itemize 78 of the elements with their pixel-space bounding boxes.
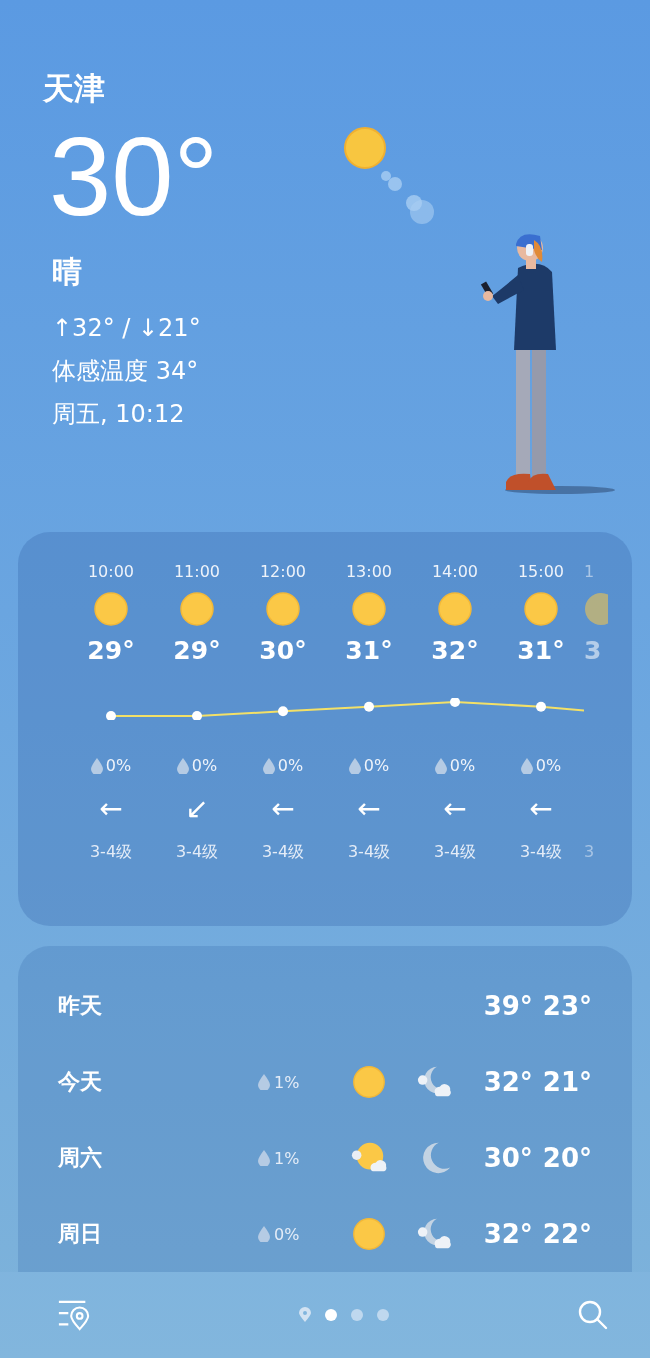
- high-low-temperature: ↑32° / ↓21°: [52, 313, 202, 344]
- hour-temperature: 29°: [173, 635, 221, 667]
- sun-icon: [180, 591, 214, 626]
- location-list-icon[interactable]: [57, 1298, 91, 1332]
- high-temperature: 32°: [483, 1219, 533, 1249]
- low-temperature: 22°: [542, 1219, 592, 1249]
- low-temperature: 21°: [542, 1067, 592, 1097]
- wind-level: 3-4级: [433, 841, 477, 863]
- feels-like-temperature: 体感温度 34°: [52, 356, 200, 387]
- wind-level: 3-4级: [347, 841, 391, 863]
- sun-icon: [266, 591, 300, 626]
- raindrop-icon: [90, 757, 103, 774]
- precipitation-chance: 0%: [535, 756, 562, 776]
- raindrop-icon: [262, 757, 275, 774]
- search-icon[interactable]: [576, 1298, 610, 1332]
- hour-temperature: 32°: [431, 635, 479, 667]
- sun-icon: [584, 591, 608, 626]
- hour-temperature: 31°: [517, 635, 565, 667]
- wind-level: 3-4级: [175, 841, 219, 863]
- raindrop-icon: [258, 1150, 270, 1166]
- hour-temperature: 29°: [87, 635, 135, 667]
- wind-direction-arrow: ←: [357, 794, 381, 823]
- hour-time: 13:00: [345, 561, 393, 583]
- precipitation-chance: 0%: [191, 756, 218, 776]
- page-indicator-dot[interactable]: [324, 1309, 337, 1321]
- raindrop-icon: [176, 757, 189, 774]
- hour-time: 10:00: [87, 561, 135, 583]
- wind-level: 3-4级: [519, 841, 563, 863]
- raindrop-icon: [258, 1074, 270, 1090]
- precipitation-chance: 1%: [274, 1072, 300, 1092]
- day-label: 周六: [58, 1144, 103, 1172]
- page-indicator-dot[interactable]: [376, 1309, 389, 1321]
- wind-direction-arrow: ←: [529, 794, 553, 823]
- wind-level: 3-4级: [89, 841, 133, 863]
- wind-direction-arrow: ↙: [185, 794, 209, 823]
- sun-icon: [350, 1063, 388, 1101]
- raindrop-icon: [434, 757, 447, 774]
- day-label: 今天: [58, 1068, 103, 1096]
- hour-time: 1: [584, 561, 595, 583]
- sun-icon: [524, 591, 558, 626]
- sun-icon: [438, 591, 472, 626]
- location-page-indicator[interactable]: [298, 1307, 311, 1323]
- sun-icon: [94, 591, 128, 626]
- sun-icon: [350, 1215, 388, 1253]
- wind-direction-arrow: ←: [443, 794, 467, 823]
- current-temperature: 30°: [49, 113, 220, 241]
- raindrop-icon: [520, 757, 533, 774]
- city-name: 天津: [43, 69, 106, 108]
- raindrop-icon: [258, 1226, 270, 1242]
- day-label: 周日: [58, 1220, 103, 1248]
- hour-temperature: 30°: [259, 635, 307, 667]
- precipitation-chance: 0%: [449, 756, 476, 776]
- date-time: 周五, 10:12: [52, 399, 186, 430]
- hour-time: 14:00: [431, 561, 479, 583]
- day-label: 昨天: [58, 992, 103, 1020]
- hour-time: 11:00: [173, 561, 221, 583]
- precipitation-chance: 0%: [105, 756, 132, 776]
- low-temperature: 20°: [542, 1143, 592, 1173]
- wind-direction-arrow: ←: [99, 794, 123, 823]
- wind-direction-arrow: ←: [271, 794, 295, 823]
- low-temperature: 23°: [542, 991, 592, 1021]
- wind-level: 3-4级: [261, 841, 305, 863]
- hour-temperature: 3: [584, 635, 602, 667]
- page-indicator-dot[interactable]: [350, 1309, 363, 1321]
- hour-time: 12:00: [259, 561, 307, 583]
- hour-temperature: 31°: [345, 635, 393, 667]
- wind-level: 3: [584, 841, 595, 861]
- weather-condition: 晴: [52, 253, 83, 291]
- precipitation-chance: 0%: [363, 756, 390, 776]
- precipitation-chance: 0%: [274, 1224, 300, 1244]
- high-temperature: 32°: [483, 1067, 533, 1097]
- precipitation-chance: 0%: [277, 756, 304, 776]
- raindrop-icon: [348, 757, 361, 774]
- precipitation-chance: 1%: [274, 1148, 300, 1168]
- hour-time: 15:00: [517, 561, 565, 583]
- high-temperature: 30°: [483, 1143, 533, 1173]
- high-temperature: 39°: [483, 991, 533, 1021]
- sun-icon: [352, 591, 386, 626]
